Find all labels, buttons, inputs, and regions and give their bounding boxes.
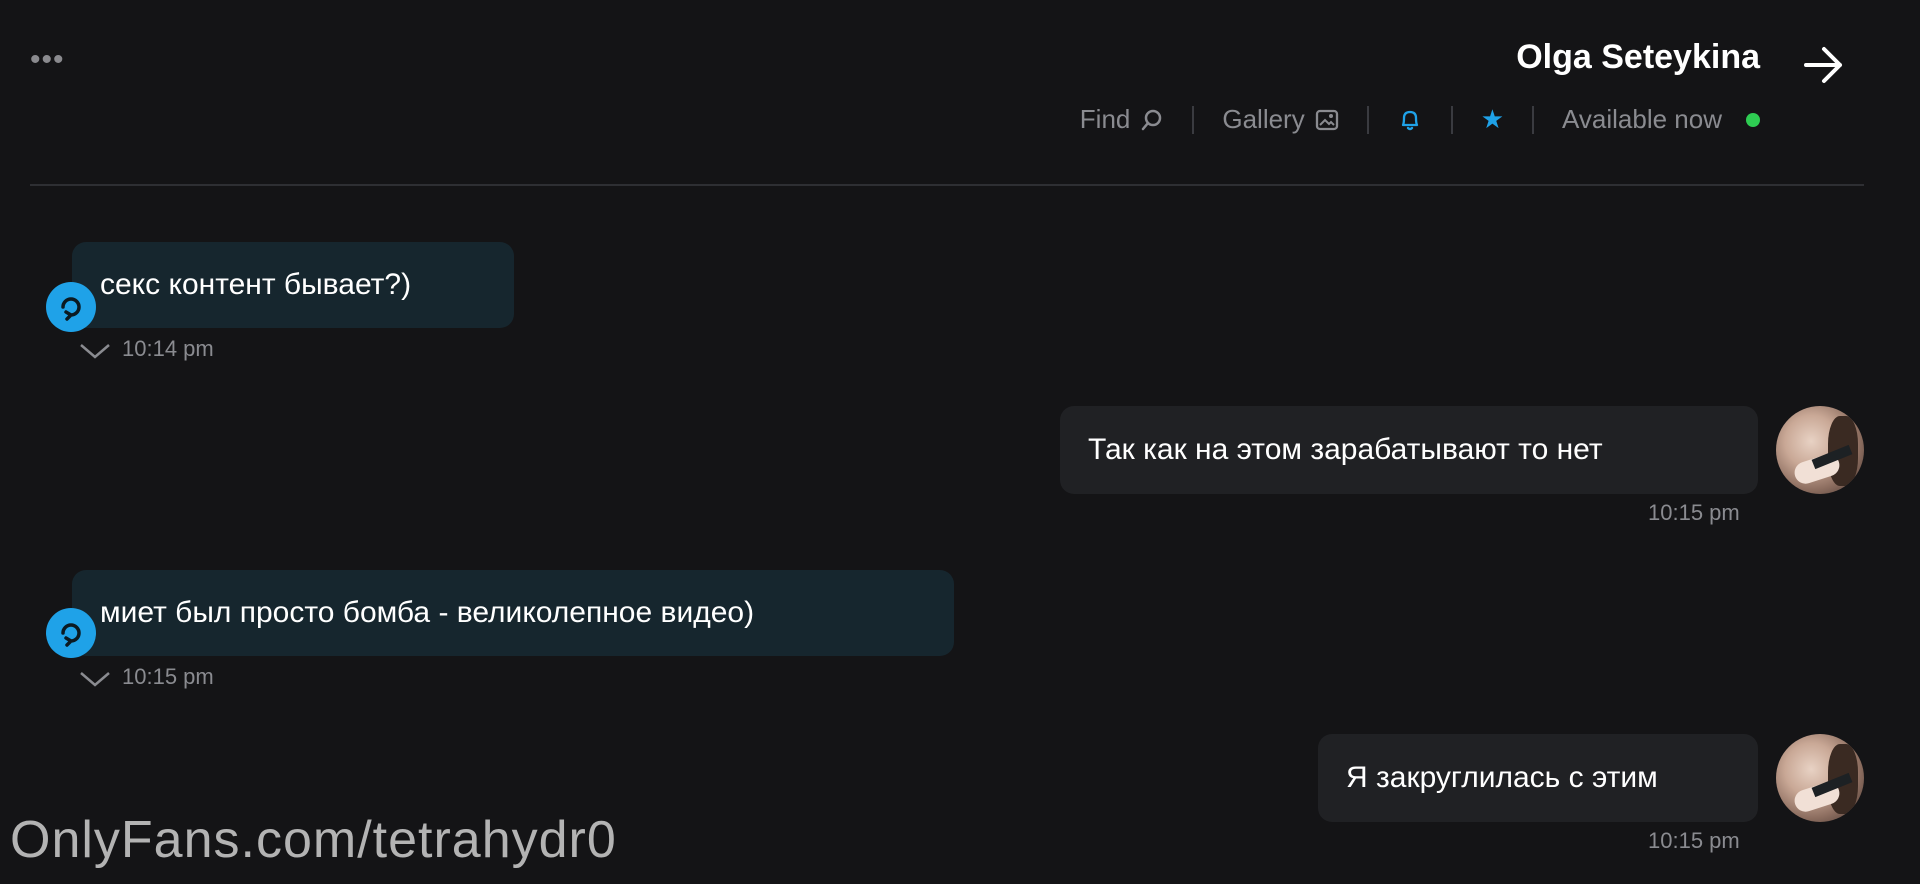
status-text: Available now xyxy=(1562,104,1722,134)
message-text: миет был просто бомба - великолепное вид… xyxy=(100,596,755,629)
online-status-dot xyxy=(1746,112,1760,127)
watermark: OnlyFans.com/tetrahydr0 xyxy=(10,811,617,869)
gallery-button[interactable]: Gallery xyxy=(1222,104,1338,135)
message-bubble-outgoing[interactable]: Так как на этом зарабатывают то нет xyxy=(1060,406,1758,494)
find-button[interactable]: Find xyxy=(1080,104,1165,135)
avatar[interactable] xyxy=(1776,734,1864,822)
gallery-label: Gallery xyxy=(1222,104,1305,134)
avatar[interactable] xyxy=(1776,406,1864,494)
message-text: Я закруглилась с этим xyxy=(1346,761,1658,794)
chat-info-bar: Find Gallery ★ Available now xyxy=(1080,104,1760,135)
more-options-button[interactable]: ••• xyxy=(30,45,65,75)
status: Available now xyxy=(1562,104,1760,135)
message-bubble-incoming[interactable]: миет был просто бомба - великолепное вид… xyxy=(72,570,954,656)
tip-icon xyxy=(46,282,96,332)
image-icon xyxy=(1315,109,1338,130)
contact-name[interactable]: Olga Seteykina xyxy=(1516,38,1760,77)
message-bubble-outgoing[interactable]: Я закруглилась с этим xyxy=(1318,734,1758,822)
message-time: 10:15 pm xyxy=(122,664,214,689)
divider xyxy=(1192,105,1195,134)
chevron-down-icon[interactable] xyxy=(78,340,112,362)
find-label: Find xyxy=(1079,104,1131,134)
divider xyxy=(1450,105,1453,134)
chevron-down-icon[interactable] xyxy=(78,668,112,690)
message-time: 10:15 pm xyxy=(1648,500,1740,525)
star-icon[interactable]: ★ xyxy=(1481,104,1504,135)
message-text: Так как на этом зарабатывают то нет xyxy=(1088,433,1603,466)
message-text: секс контент бывает?) xyxy=(100,268,412,301)
message-time: 10:15 pm xyxy=(1648,828,1740,853)
tip-icon xyxy=(46,608,96,658)
bell-icon[interactable] xyxy=(1397,107,1423,133)
back-arrow-icon[interactable] xyxy=(1798,40,1848,90)
message-time: 10:14 pm xyxy=(122,336,214,361)
message-bubble-incoming[interactable]: секс контент бывает?) xyxy=(72,242,514,328)
header-divider xyxy=(30,184,1864,186)
divider xyxy=(1532,105,1535,134)
search-icon xyxy=(1142,109,1162,130)
divider xyxy=(1366,105,1369,134)
